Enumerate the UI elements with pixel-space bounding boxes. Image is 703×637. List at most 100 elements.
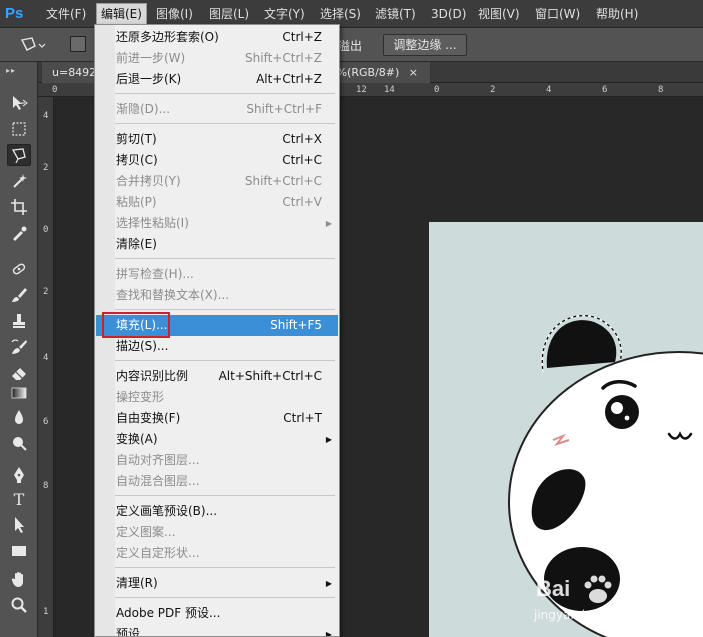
menu-window[interactable]: 窗口(W) <box>531 4 584 24</box>
watermark-brand: Bai <box>536 576 571 601</box>
menu-select[interactable]: 选择(S) <box>316 4 365 24</box>
menu-item-content-aware-scale[interactable]: 内容识别比例 Alt+Shift+Ctrl+C <box>96 366 338 387</box>
menu-item-cut[interactable]: 剪切(T) Ctrl+X <box>96 129 338 150</box>
ruler-tick: 6 <box>43 417 49 427</box>
menu-item-label: Adobe PDF 预设... <box>116 606 221 620</box>
path-selection-tool-icon[interactable] <box>7 514 31 536</box>
menu-item-stroke[interactable]: 描边(S)... <box>96 336 338 357</box>
menu-item-shortcut: Alt+Ctrl+Z <box>256 72 322 86</box>
vertical-ruler: 4 2 0 2 4 6 8 1 <box>38 97 54 637</box>
menu-item-puppet-warp[interactable]: 操控变形 <box>96 387 338 408</box>
hand-tool-icon[interactable] <box>7 568 31 590</box>
menu-separator <box>115 495 335 496</box>
ruler-tick: 12 <box>356 85 367 95</box>
watermark-brand-cn: 经验 <box>618 584 651 603</box>
menu-item-presets[interactable]: 预设 ▶ <box>96 624 338 637</box>
polygonal-lasso-preset-icon[interactable] <box>18 34 46 56</box>
type-tool-icon[interactable]: T <box>7 488 31 510</box>
gradient-tool-icon[interactable] <box>7 382 31 404</box>
menu-edit[interactable]: 编辑(E) <box>96 3 147 25</box>
menu-help[interactable]: 帮助(H) <box>592 4 642 24</box>
menu-file[interactable]: 文件(F) <box>42 4 90 24</box>
submenu-arrow-icon: ▶ <box>325 630 332 637</box>
menu-item-paste[interactable]: 粘贴(P) Ctrl+V <box>96 192 338 213</box>
menu-item-shortcut: Ctrl+T <box>283 411 322 425</box>
menu-item-auto-align-layers[interactable]: 自动对齐图层... <box>96 450 338 471</box>
menu-image[interactable]: 图像(I) <box>152 4 197 24</box>
rectangle-tool-icon[interactable] <box>7 540 31 562</box>
close-icon[interactable]: × <box>409 66 418 79</box>
menu-item-label: 描边(S)... <box>116 339 169 353</box>
menu-item-label: 渐隐(D)... <box>116 102 171 116</box>
ruler-tick: 6 <box>602 85 608 95</box>
menu-item-label: 操控变形 <box>116 390 165 404</box>
menu-item-adobe-pdf-presets[interactable]: Adobe PDF 预设... <box>96 603 338 624</box>
menu-3d[interactable]: 3D(D) <box>427 4 470 24</box>
menu-item-paste-special[interactable]: 选择性粘贴(I) ▶ <box>96 213 338 234</box>
menu-item-copy-merged[interactable]: 合并拷贝(Y) Shift+Ctrl+C <box>96 171 338 192</box>
menu-layer[interactable]: 图层(L) <box>205 4 253 24</box>
healing-brush-tool-icon[interactable] <box>7 258 31 280</box>
menu-item-shortcut: Shift+F5 <box>270 318 322 332</box>
menu-item-label: 内容识别比例 <box>116 369 189 383</box>
menu-item-label: 定义图案... <box>116 525 176 539</box>
marquee-tool-icon[interactable] <box>7 118 31 140</box>
history-brush-tool-icon[interactable] <box>7 336 31 358</box>
menu-item-define-custom-shape[interactable]: 定义自定形状... <box>96 543 338 564</box>
polygonal-lasso-tool-icon[interactable] <box>7 144 31 166</box>
menu-type[interactable]: 文字(Y) <box>260 4 309 24</box>
ruler-tick: 2 <box>490 85 496 95</box>
ruler-tick: 14 <box>384 85 395 95</box>
menu-item-clear[interactable]: 清除(E) <box>96 234 338 255</box>
menu-item-label: 自动对齐图层... <box>116 453 200 467</box>
zoom-tool-icon[interactable] <box>7 594 31 616</box>
menu-item-fade[interactable]: 渐隐(D)... Shift+Ctrl+F <box>96 99 338 120</box>
dodge-tool-icon[interactable] <box>7 432 31 454</box>
submenu-arrow-icon: ▶ <box>325 435 332 444</box>
clone-stamp-tool-icon[interactable] <box>7 310 31 332</box>
eyedropper-tool-icon[interactable] <box>7 222 31 244</box>
selection-mode-new-icon[interactable] <box>70 36 86 52</box>
menu-item-check-spelling[interactable]: 拼写检查(H)... <box>96 264 338 285</box>
menu-filter[interactable]: 滤镜(T) <box>371 4 420 24</box>
menu-item-shortcut: Shift+Ctrl+Z <box>245 51 322 65</box>
blur-tool-icon[interactable] <box>7 406 31 428</box>
menu-item-transform[interactable]: 变换(A) ▶ <box>96 429 338 450</box>
eraser-tool-icon[interactable] <box>7 362 31 384</box>
document-tab-mode: 0%(RGB/8#) <box>329 66 400 79</box>
menu-item-label: 预设 <box>116 627 141 637</box>
submenu-arrow-icon: ▶ <box>325 579 332 588</box>
menu-item-define-pattern[interactable]: 定义图案... <box>96 522 338 543</box>
refine-edge-button[interactable]: 调整边缘 ... <box>383 34 467 56</box>
ruler-tick: 0 <box>434 85 440 95</box>
menu-view[interactable]: 视图(V) <box>474 4 524 24</box>
ruler-tick: 4 <box>546 85 552 95</box>
menu-item-label: 粘贴(P) <box>116 195 157 209</box>
menu-item-step-backward[interactable]: 后退一步(K) Alt+Ctrl+Z <box>96 69 338 90</box>
menu-separator <box>115 597 335 598</box>
menu-item-label: 清理(R) <box>116 576 158 590</box>
menu-item-find-replace[interactable]: 查找和替换文本(X)... <box>96 285 338 306</box>
document-tab-name: u=8492 <box>52 66 97 79</box>
menu-item-step-forward[interactable]: 前进一步(W) Shift+Ctrl+Z <box>96 48 338 69</box>
menu-item-label: 前进一步(W) <box>116 51 186 65</box>
menu-item-undo[interactable]: 还原多边形套索(O) Ctrl+Z <box>96 27 338 48</box>
toolbox-collapse-icon[interactable]: ▸▸ <box>6 66 16 75</box>
move-tool-icon[interactable] <box>7 92 31 114</box>
menu-item-auto-blend-layers[interactable]: 自动混合图层... <box>96 471 338 492</box>
brush-tool-icon[interactable] <box>7 284 31 306</box>
ruler-tick: 0 <box>43 225 49 235</box>
menu-item-label: 后退一步(K) <box>116 72 182 86</box>
ruler-tick: 8 <box>43 481 49 491</box>
menu-item-copy[interactable]: 拷贝(C) Ctrl+C <box>96 150 338 171</box>
fill-highlight-annotation <box>102 312 170 338</box>
menu-separator <box>115 93 335 94</box>
pen-tool-icon[interactable] <box>7 464 31 486</box>
menu-separator <box>115 123 335 124</box>
menu-item-purge[interactable]: 清理(R) ▶ <box>96 573 338 594</box>
magic-wand-tool-icon[interactable] <box>7 170 31 192</box>
menu-separator <box>115 360 335 361</box>
menu-item-define-brush-preset[interactable]: 定义画笔预设(B)... <box>96 501 338 522</box>
menu-item-free-transform[interactable]: 自由变换(F) Ctrl+T <box>96 408 338 429</box>
crop-tool-icon[interactable] <box>7 196 31 218</box>
